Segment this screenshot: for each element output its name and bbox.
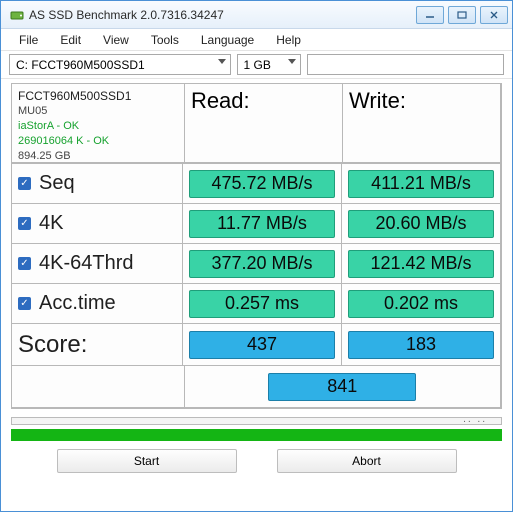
close-button[interactable] [480,6,508,24]
results-grid: FCCT960M500SSD1 MU05 iaStorA - OK 269016… [11,83,502,409]
minimize-button[interactable] [416,6,444,24]
maximize-button[interactable] [448,6,476,24]
4k64-write-value: 121.42 MB/s [348,250,494,278]
row-score: Score: 437 183 [12,324,501,366]
content-area: FCCT960M500SSD1 MU05 iaStorA - OK 269016… [1,79,512,511]
acc-write-value: 0.202 ms [348,290,494,318]
score-label-cell: Score: [11,323,183,366]
acc-read-value: 0.257 ms [189,290,335,318]
4k-read-value: 11.77 MB/s [189,210,335,238]
progress-thin: ∙∙ ∙∙ [11,417,502,425]
row-4k: ✓ 4K 11.77 MB/s 20.60 MB/s [12,204,501,244]
score-read: 437 [189,331,335,359]
abort-button[interactable]: Abort [277,449,457,473]
drive-capacity: 894.25 GB [18,149,131,164]
4k-write-value: 20.60 MB/s [348,210,494,238]
row-seq: ✓ Seq 475.72 MB/s 411.21 MB/s [12,164,501,204]
chevron-down-icon [288,59,296,64]
col-header-write: Write: [342,83,501,163]
app-icon [9,7,25,23]
row-acc: ✓ Acc.time 0.257 ms 0.202 ms [12,284,501,324]
acc-label: Acc.time [39,292,116,315]
row-4k64: ✓ 4K-64Thrd 377.20 MB/s 121.42 MB/s [12,244,501,284]
drive-firmware: MU05 [18,104,131,119]
seq-write-value: 411.21 MB/s [348,170,494,198]
drive-info: FCCT960M500SSD1 MU05 iaStorA - OK 269016… [11,83,185,163]
4k64-checkbox[interactable]: ✓ [18,257,31,270]
test-size-value: 1 GB [244,58,271,72]
menu-view[interactable]: View [93,31,139,49]
test-acc: ✓ Acc.time [11,283,183,324]
titlebar[interactable]: AS SSD Benchmark 2.0.7316.34247 [1,1,512,29]
seq-checkbox[interactable]: ✓ [18,177,31,190]
window-buttons [416,6,508,24]
4k-label: 4K [39,212,63,235]
seq-label: Seq [39,172,75,195]
4k64-label: 4K-64Thrd [39,252,134,275]
test-4k: ✓ 4K [11,203,183,244]
alignment-status: 269016064 K - OK [18,134,131,149]
score-label: Score: [18,331,87,359]
total-blank [11,365,185,408]
menu-language[interactable]: Language [191,31,264,49]
header-row: FCCT960M500SSD1 MU05 iaStorA - OK 269016… [12,84,501,164]
4k64-read-value: 377.20 MB/s [189,250,335,278]
driver-status: iaStorA - OK [18,119,131,134]
toolbar-textbox[interactable] [307,54,505,75]
menu-tools[interactable]: Tools [141,31,189,49]
start-button[interactable]: Start [57,449,237,473]
test-size-select[interactable]: 1 GB [237,54,301,75]
button-bar: Start Abort [11,449,502,473]
menu-file[interactable]: File [9,31,48,49]
menu-help[interactable]: Help [266,31,311,49]
acc-checkbox[interactable]: ✓ [18,297,31,310]
4k-checkbox[interactable]: ✓ [18,217,31,230]
progress-bar [11,429,502,441]
drive-select-value: C: FCCT960M500SSD1 [16,58,145,72]
read-header-label: Read: [191,88,250,114]
progress-marks: ∙∙ ∙∙ [463,416,487,427]
drive-model: FCCT960M500SSD1 [18,88,131,104]
score-write: 183 [348,331,494,359]
window-title: AS SSD Benchmark 2.0.7316.34247 [29,8,416,22]
menu-edit[interactable]: Edit [50,31,91,49]
seq-read-value: 475.72 MB/s [189,170,335,198]
toolbar: C: FCCT960M500SSD1 1 GB [1,51,512,79]
score-total: 841 [268,373,416,401]
write-header-label: Write: [349,88,406,114]
chevron-down-icon [218,59,226,64]
drive-select[interactable]: C: FCCT960M500SSD1 [9,54,231,75]
menubar: File Edit View Tools Language Help [1,29,512,51]
test-4k64: ✓ 4K-64Thrd [11,243,183,284]
row-total: 841 [12,366,501,408]
app-window: AS SSD Benchmark 2.0.7316.34247 File Edi… [0,0,513,512]
col-header-read: Read: [184,83,343,163]
test-seq: ✓ Seq [11,163,183,204]
